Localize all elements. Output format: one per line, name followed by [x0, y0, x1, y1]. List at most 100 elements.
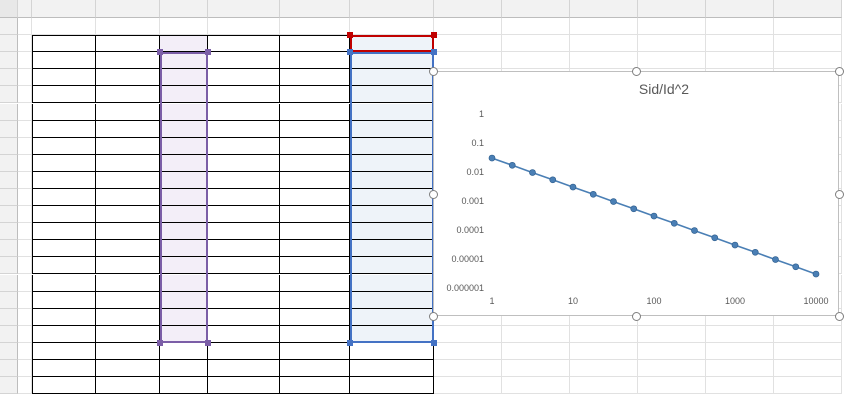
column-header-i[interactable]: [502, 0, 570, 18]
grid-cell[interactable]: [570, 360, 638, 378]
grid-cell[interactable]: [208, 18, 280, 36]
column-header-h[interactable]: [434, 0, 502, 18]
grid-cell[interactable]: [18, 137, 32, 155]
table-header-cell[interactable]: [32, 35, 96, 53]
table-cell[interactable]: [96, 206, 160, 224]
table-cell[interactable]: [160, 206, 208, 224]
table-cell[interactable]: [96, 171, 160, 189]
row-header-11[interactable]: [0, 189, 18, 207]
table-cell[interactable]: [350, 274, 434, 292]
table-cell[interactable]: [280, 257, 350, 275]
table-cell[interactable]: [350, 325, 434, 343]
row-header-18[interactable]: [0, 308, 18, 326]
grid-cell[interactable]: [434, 18, 502, 36]
grid-cell[interactable]: [18, 189, 32, 207]
table-cell[interactable]: [32, 308, 96, 326]
grid-cell[interactable]: [638, 325, 706, 343]
table-cell[interactable]: [350, 257, 434, 275]
table-cell[interactable]: [96, 69, 160, 87]
grid-cell[interactable]: [18, 274, 32, 292]
table-cell[interactable]: [32, 274, 96, 292]
table-cell[interactable]: [350, 223, 434, 241]
table-cell[interactable]: [160, 308, 208, 326]
grid-cell[interactable]: [638, 35, 706, 53]
row-header-21[interactable]: [0, 360, 18, 378]
grid-cell[interactable]: [774, 35, 842, 53]
table-cell[interactable]: [208, 69, 280, 87]
row-header-9[interactable]: [0, 154, 18, 172]
grid-cell[interactable]: [18, 342, 32, 360]
table-cell[interactable]: [32, 154, 96, 172]
table-cell[interactable]: [208, 86, 280, 104]
row-header-10[interactable]: [0, 171, 18, 189]
table-cell[interactable]: [32, 342, 96, 360]
table-cell[interactable]: [96, 257, 160, 275]
grid-cell[interactable]: [502, 377, 570, 395]
freq-range-handle[interactable]: [157, 339, 163, 346]
table-cell[interactable]: [96, 103, 160, 121]
chart-resize-handle[interactable]: [429, 67, 438, 76]
grid-cell[interactable]: [706, 342, 774, 360]
column-header-c[interactable]: [96, 0, 160, 18]
column-header-a[interactable]: [18, 0, 32, 18]
grid-cell[interactable]: [570, 18, 638, 36]
table-cell[interactable]: [96, 189, 160, 207]
table-cell[interactable]: [280, 223, 350, 241]
table-cell[interactable]: [32, 223, 96, 241]
chart-resize-handle[interactable]: [429, 312, 438, 321]
table-cell[interactable]: [280, 240, 350, 258]
grid-cell[interactable]: [18, 52, 32, 70]
column-header-m[interactable]: [774, 0, 842, 18]
grid-cell[interactable]: [774, 52, 842, 70]
table-cell[interactable]: [208, 103, 280, 121]
table-cell[interactable]: [350, 120, 434, 138]
chart-resize-handle[interactable]: [429, 189, 438, 199]
row-header-5[interactable]: [0, 86, 18, 104]
grid-cell[interactable]: [18, 86, 32, 104]
table-cell[interactable]: [160, 120, 208, 138]
table-cell[interactable]: [280, 86, 350, 104]
table-cell[interactable]: [280, 103, 350, 121]
table-cell[interactable]: [160, 137, 208, 155]
table-cell[interactable]: [32, 86, 96, 104]
table-cell[interactable]: [350, 206, 434, 224]
table-cell[interactable]: [350, 240, 434, 258]
grid-cell[interactable]: [18, 18, 32, 36]
grid-cell[interactable]: [434, 35, 502, 53]
row-header-13[interactable]: [0, 223, 18, 241]
chart-resize-handle[interactable]: [835, 189, 844, 199]
table-cell[interactable]: [96, 120, 160, 138]
grid-cell[interactable]: [706, 18, 774, 36]
grid-cell[interactable]: [706, 35, 774, 53]
table-cell[interactable]: [160, 291, 208, 309]
table-cell[interactable]: [96, 308, 160, 326]
table-cell[interactable]: [208, 154, 280, 172]
grid-cell[interactable]: [32, 18, 96, 36]
grid-cell[interactable]: [774, 325, 842, 343]
table-cell[interactable]: [32, 189, 96, 207]
table-cell[interactable]: [32, 325, 96, 343]
sid-range-handle[interactable]: [431, 339, 437, 346]
row-header-7[interactable]: [0, 120, 18, 138]
table-cell[interactable]: [32, 291, 96, 309]
grid-cell[interactable]: [706, 377, 774, 395]
table-cell[interactable]: [160, 223, 208, 241]
table-cell[interactable]: [32, 137, 96, 155]
column-header-b[interactable]: [32, 0, 96, 18]
select-all-corner[interactable]: [0, 0, 18, 18]
grid-cell[interactable]: [434, 360, 502, 378]
chart-resize-handle[interactable]: [632, 312, 641, 321]
table-cell[interactable]: [208, 291, 280, 309]
grid-cell[interactable]: [18, 103, 32, 121]
grid-cell[interactable]: [502, 325, 570, 343]
table-cell[interactable]: [280, 171, 350, 189]
sid-range-handle[interactable]: [431, 49, 437, 56]
row-header-19[interactable]: [0, 325, 18, 343]
grid-cell[interactable]: [434, 377, 502, 395]
table-cell[interactable]: [280, 154, 350, 172]
table-cell[interactable]: [350, 171, 434, 189]
grid-cell[interactable]: [350, 18, 434, 36]
grid-cell[interactable]: [774, 18, 842, 36]
table-cell[interactable]: [96, 325, 160, 343]
table-cell[interactable]: [96, 86, 160, 104]
